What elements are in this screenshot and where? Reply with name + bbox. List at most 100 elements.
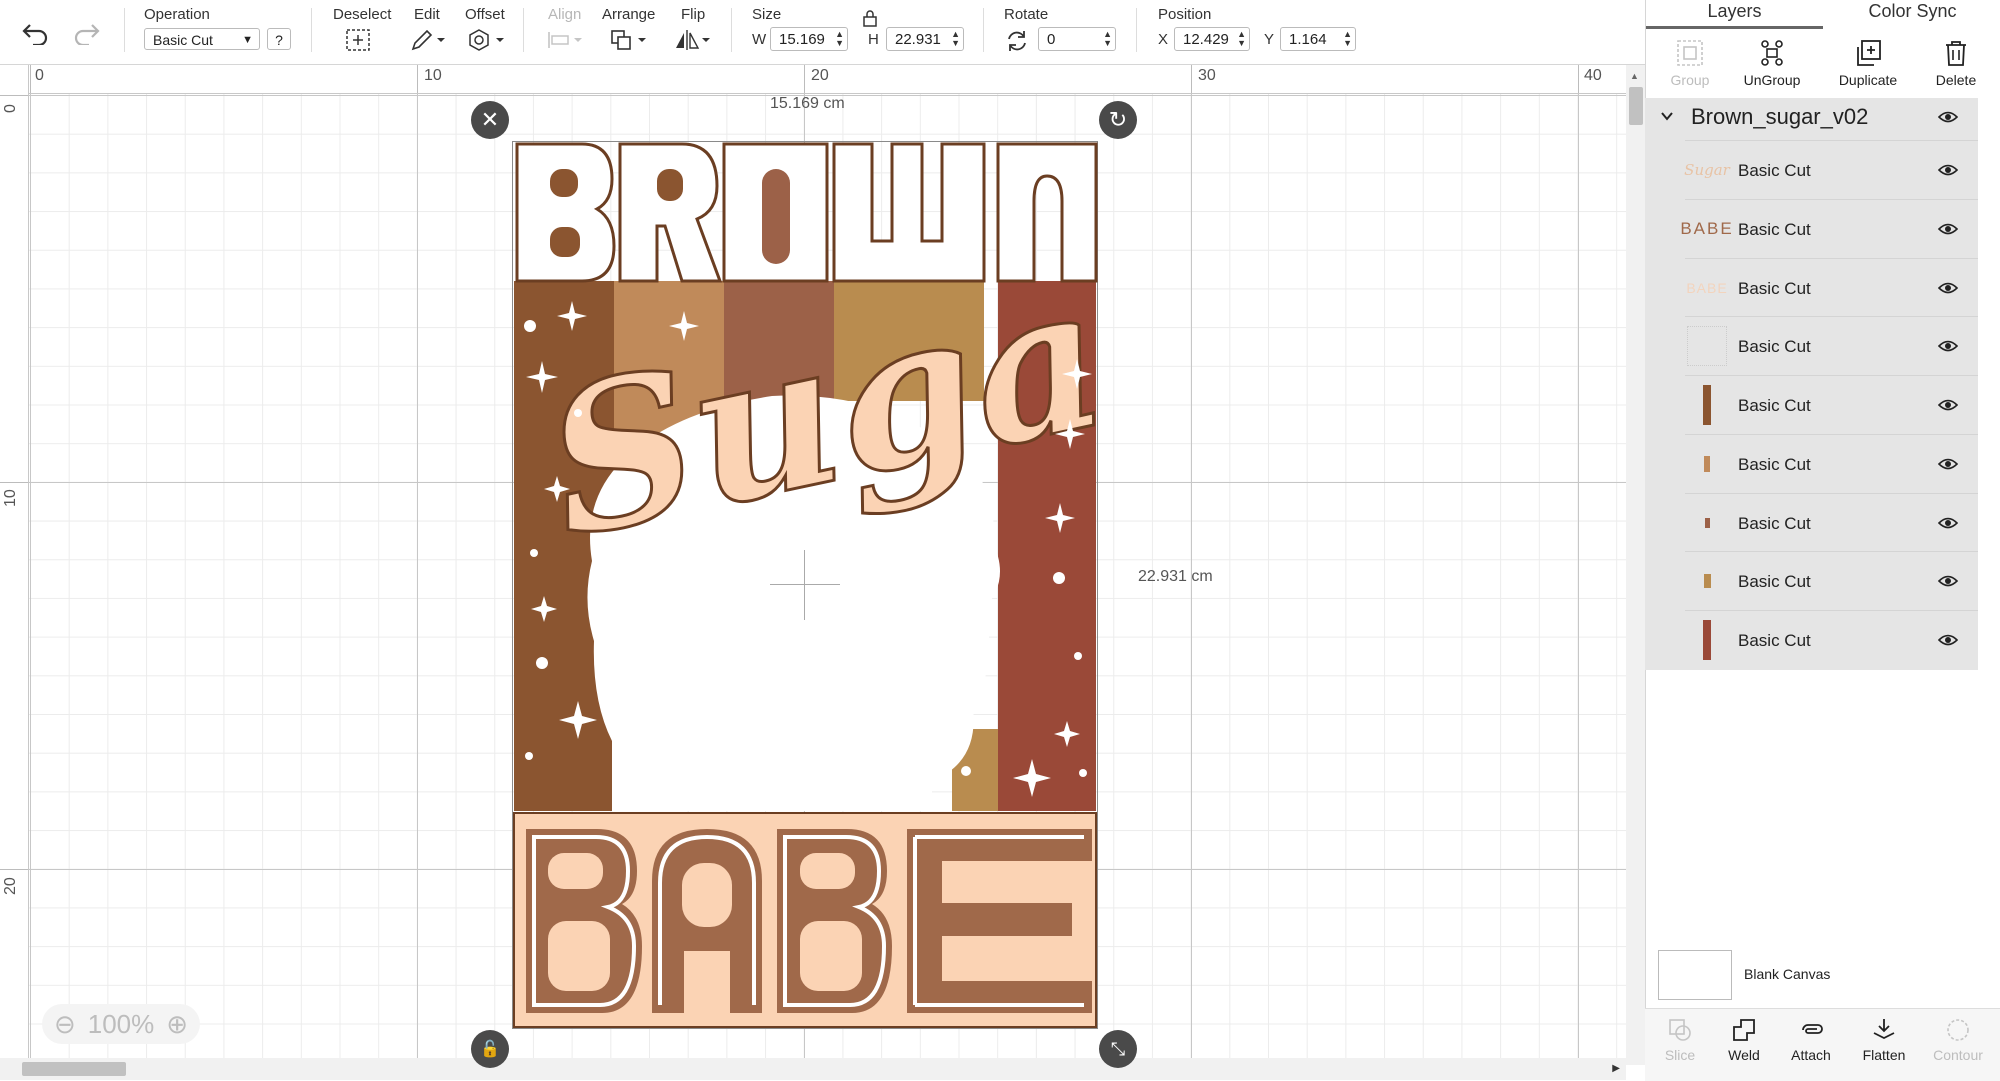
- ruler-left: 0 10 20: [0, 65, 29, 1065]
- eye-icon[interactable]: [1937, 281, 1959, 300]
- layer-row[interactable]: Basic Cut: [1685, 551, 1978, 610]
- layer-row[interactable]: Basic Cut: [1685, 316, 1978, 375]
- layer-row[interactable]: Basic Cut: [1685, 610, 1978, 669]
- eye-icon[interactable]: [1937, 516, 1959, 535]
- layer-thumbnail: [1685, 502, 1729, 544]
- horizontal-scroll-thumb[interactable]: [22, 1062, 126, 1076]
- layer-row[interactable]: Basic Cut: [1685, 375, 1978, 434]
- layer-row[interactable]: BABE Basic Cut: [1680, 199, 1978, 258]
- ruler-tick: [30, 65, 31, 93]
- eye-icon[interactable]: [1937, 457, 1959, 476]
- attach-icon: [1776, 1017, 1846, 1047]
- rotate-input[interactable]: 0 ▲ ▼: [1038, 27, 1116, 51]
- stepper-icon[interactable]: ▲ ▼: [835, 30, 844, 48]
- center-crosshair: [804, 550, 805, 620]
- layer-thumbnail: Sugar: [1684, 161, 1730, 179]
- layer-name: Basic Cut: [1738, 572, 1811, 591]
- ruler-tick: [0, 869, 28, 870]
- group-icon: [1646, 34, 1734, 72]
- stepper-icon[interactable]: ▲ ▼: [1103, 30, 1112, 48]
- eye-icon[interactable]: [1937, 163, 1959, 182]
- scroll-right-icon[interactable]: ▶: [1612, 1063, 1620, 1074]
- zoom-control: ⊖ 100% ⊕: [42, 1004, 200, 1044]
- position-x-input[interactable]: 12.429 ▲ ▼: [1174, 27, 1250, 51]
- ungroup-button[interactable]: UnGroup: [1728, 34, 1816, 88]
- undo-icon[interactable]: [20, 18, 50, 48]
- flip-label: Flip: [681, 6, 706, 23]
- layer-row[interactable]: Basic Cut: [1685, 493, 1978, 552]
- slice-button[interactable]: Slice: [1645, 1017, 1715, 1063]
- ruler-tick: [0, 95, 28, 96]
- eye-icon[interactable]: [1937, 110, 1959, 129]
- position-y-value: 1.164: [1289, 31, 1327, 48]
- edit-pen-icon[interactable]: [408, 27, 448, 53]
- eye-icon[interactable]: [1937, 222, 1959, 241]
- tab-color-sync[interactable]: Color Sync: [1824, 0, 2000, 26]
- layer-row[interactable]: Basic Cut: [1685, 434, 1978, 493]
- layer-group-row[interactable]: Brown_sugar_v02: [1645, 98, 1978, 140]
- vertical-scrollbar[interactable]: ▲: [1626, 65, 1645, 1065]
- stepper-icon[interactable]: ▲ ▼: [1343, 30, 1352, 48]
- letter-r: [618, 142, 723, 283]
- offset-icon[interactable]: [466, 27, 508, 53]
- vertical-scroll-thumb[interactable]: [1629, 87, 1643, 125]
- lock-aspect-icon[interactable]: [860, 8, 880, 28]
- layer-name: Basic Cut: [1738, 396, 1811, 415]
- layer-row[interactable]: BABE Basic Cut: [1685, 258, 1978, 317]
- zoom-level: 100%: [87, 1008, 155, 1039]
- zoom-in-icon[interactable]: ⊕: [166, 1009, 188, 1040]
- flatten-label: Flatten: [1862, 1047, 1906, 1063]
- layer-thumbnail: [1685, 384, 1729, 426]
- stepper-icon[interactable]: ▲ ▼: [951, 30, 960, 48]
- eye-icon[interactable]: [1937, 339, 1959, 358]
- stepper-icon[interactable]: ▲ ▼: [1237, 30, 1246, 48]
- chevron-down-icon[interactable]: [1659, 108, 1675, 129]
- operation-help-button[interactable]: ?: [267, 28, 291, 50]
- resize-handle[interactable]: ⤡: [1099, 1030, 1137, 1068]
- zoom-out-icon[interactable]: ⊖: [54, 1009, 76, 1040]
- eye-icon[interactable]: [1937, 633, 1959, 652]
- rotate-value: 0: [1047, 31, 1056, 48]
- attach-button[interactable]: Attach: [1776, 1017, 1846, 1063]
- align-icon[interactable]: [544, 27, 586, 53]
- width-input[interactable]: 15.169 ▲ ▼: [770, 27, 848, 51]
- eye-icon[interactable]: [1937, 398, 1959, 417]
- layers-list: Brown_sugar_v02 Sugar Basic Cut BABE Bas…: [1645, 98, 1978, 670]
- position-y-input[interactable]: 1.164 ▲ ▼: [1280, 27, 1356, 51]
- horizontal-scrollbar[interactable]: ▶: [0, 1058, 1626, 1080]
- height-input[interactable]: 22.931 ▲ ▼: [886, 27, 964, 51]
- scroll-up-icon[interactable]: ▲: [1630, 71, 1639, 81]
- ungroup-label: UnGroup: [1743, 72, 1801, 88]
- duplicate-icon: [1824, 34, 1912, 72]
- duplicate-button[interactable]: Duplicate: [1824, 34, 1912, 88]
- rotate-handle[interactable]: ↻: [1099, 101, 1137, 139]
- operation-select[interactable]: Basic Cut ▼: [144, 28, 260, 50]
- position-label: Position: [1158, 6, 1212, 23]
- blank-canvas-swatch[interactable]: [1658, 950, 1732, 1000]
- brown-sugar-babe-artwork[interactable]: Sugar: [512, 141, 1098, 1029]
- dropdown-arrow-icon: ▼: [242, 34, 253, 46]
- layer-thumbnail: [1685, 619, 1729, 661]
- size-label: Size: [752, 6, 782, 23]
- letter-b: [515, 142, 616, 283]
- height-dimension-label: 22.931 cm: [1138, 568, 1213, 585]
- arrange-icon[interactable]: [608, 27, 650, 53]
- ruler-label: 0: [35, 67, 44, 84]
- flip-icon[interactable]: [672, 27, 714, 53]
- letter-w: [832, 142, 986, 283]
- slice-icon: [1645, 1017, 1715, 1047]
- tab-layers[interactable]: Layers: [1646, 0, 1823, 29]
- group-button[interactable]: Group: [1646, 34, 1734, 88]
- redo-icon[interactable]: [72, 18, 102, 48]
- deselect-icon[interactable]: [344, 27, 372, 53]
- weld-icon: [1709, 1017, 1779, 1047]
- ruler-tick: [1191, 65, 1192, 93]
- flatten-button[interactable]: Flatten: [1849, 1017, 1919, 1063]
- delete-handle[interactable]: ✕: [471, 101, 509, 139]
- lock-handle[interactable]: 🔓: [471, 1030, 509, 1068]
- eye-icon[interactable]: [1937, 574, 1959, 593]
- layer-row[interactable]: Sugar Basic Cut: [1684, 140, 1978, 199]
- weld-button[interactable]: Weld: [1709, 1017, 1779, 1063]
- contour-button[interactable]: Contour: [1923, 1017, 1993, 1063]
- delete-button[interactable]: Delete: [1912, 34, 2000, 88]
